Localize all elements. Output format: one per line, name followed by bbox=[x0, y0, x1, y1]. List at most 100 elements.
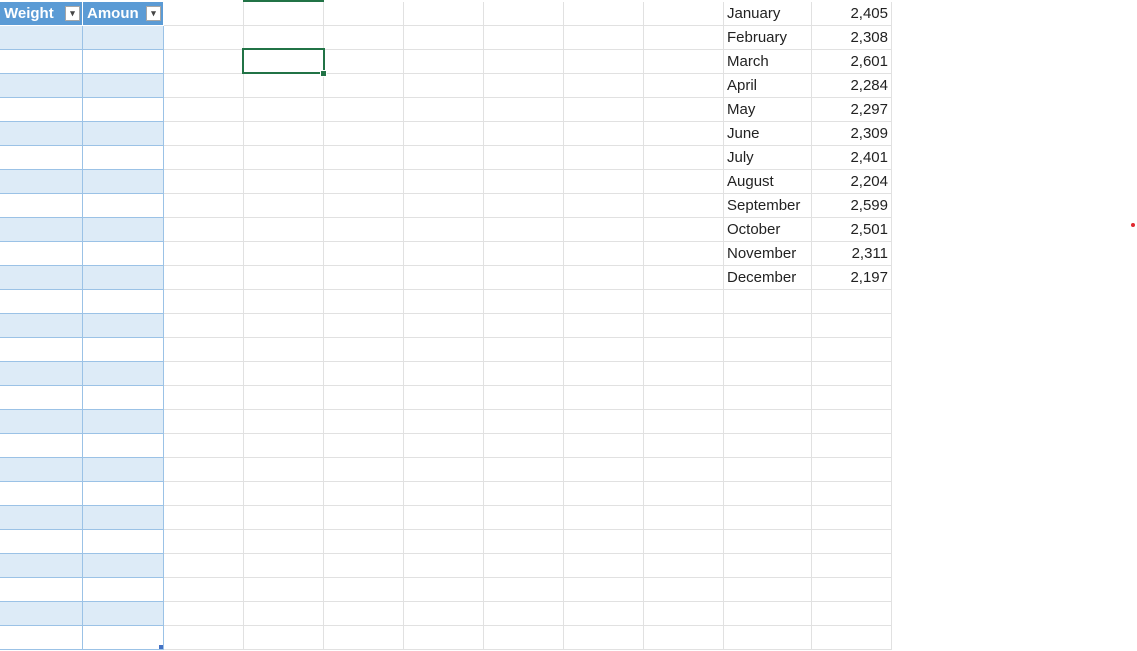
cell[interactable] bbox=[244, 554, 324, 578]
cell[interactable] bbox=[724, 578, 812, 602]
cell[interactable] bbox=[404, 26, 484, 50]
cell[interactable] bbox=[564, 386, 644, 410]
table-cell[interactable] bbox=[0, 578, 83, 602]
cell[interactable] bbox=[404, 506, 484, 530]
cell[interactable] bbox=[484, 530, 564, 554]
cell[interactable] bbox=[244, 386, 324, 410]
selected-cell[interactable] bbox=[242, 48, 325, 74]
cell[interactable] bbox=[244, 434, 324, 458]
cell[interactable] bbox=[404, 290, 484, 314]
cell[interactable] bbox=[244, 266, 324, 290]
month-label[interactable]: June bbox=[724, 122, 812, 146]
table-cell[interactable] bbox=[0, 482, 83, 506]
cell[interactable] bbox=[644, 290, 724, 314]
cell[interactable] bbox=[324, 50, 404, 74]
cell[interactable] bbox=[484, 338, 564, 362]
cell[interactable] bbox=[812, 290, 892, 314]
table-cell[interactable] bbox=[83, 362, 164, 386]
table-cell[interactable] bbox=[0, 386, 83, 410]
table-cell[interactable] bbox=[83, 290, 164, 314]
cell[interactable] bbox=[724, 554, 812, 578]
cell[interactable] bbox=[644, 170, 724, 194]
cell[interactable] bbox=[244, 506, 324, 530]
table-cell[interactable] bbox=[0, 122, 83, 146]
cell[interactable] bbox=[164, 578, 244, 602]
cell[interactable] bbox=[324, 146, 404, 170]
cell[interactable] bbox=[484, 554, 564, 578]
cell[interactable] bbox=[244, 218, 324, 242]
cell[interactable] bbox=[324, 482, 404, 506]
cell[interactable] bbox=[564, 242, 644, 266]
cell[interactable] bbox=[404, 194, 484, 218]
table-cell[interactable] bbox=[83, 458, 164, 482]
table-cell[interactable] bbox=[0, 266, 83, 290]
cell[interactable] bbox=[812, 554, 892, 578]
month-label[interactable]: October bbox=[724, 218, 812, 242]
cell[interactable] bbox=[404, 74, 484, 98]
cell[interactable] bbox=[164, 266, 244, 290]
cell[interactable] bbox=[724, 314, 812, 338]
cell[interactable] bbox=[644, 578, 724, 602]
cell[interactable] bbox=[484, 26, 564, 50]
cell[interactable] bbox=[564, 506, 644, 530]
cell[interactable] bbox=[724, 482, 812, 506]
table-cell[interactable] bbox=[0, 26, 83, 50]
cell[interactable] bbox=[644, 314, 724, 338]
month-label[interactable]: September bbox=[724, 194, 812, 218]
month-value[interactable]: 2,601 bbox=[812, 50, 892, 74]
cell[interactable] bbox=[324, 74, 404, 98]
cell[interactable] bbox=[564, 290, 644, 314]
cell[interactable] bbox=[484, 506, 564, 530]
cell[interactable] bbox=[484, 170, 564, 194]
cell[interactable] bbox=[244, 530, 324, 554]
cell[interactable] bbox=[564, 266, 644, 290]
cell[interactable] bbox=[404, 50, 484, 74]
cell[interactable] bbox=[324, 578, 404, 602]
table-cell[interactable] bbox=[83, 386, 164, 410]
cell[interactable] bbox=[644, 506, 724, 530]
cell[interactable] bbox=[244, 338, 324, 362]
month-value[interactable]: 2,284 bbox=[812, 74, 892, 98]
table-cell[interactable] bbox=[0, 98, 83, 122]
cell[interactable] bbox=[564, 530, 644, 554]
cell[interactable] bbox=[164, 434, 244, 458]
cell[interactable] bbox=[564, 554, 644, 578]
cell[interactable] bbox=[724, 626, 812, 650]
cell[interactable] bbox=[324, 602, 404, 626]
cell[interactable] bbox=[484, 74, 564, 98]
table-cell[interactable] bbox=[0, 314, 83, 338]
table-cell[interactable] bbox=[0, 506, 83, 530]
table-cell[interactable] bbox=[83, 194, 164, 218]
cell[interactable] bbox=[324, 242, 404, 266]
cell[interactable] bbox=[324, 338, 404, 362]
cell[interactable] bbox=[484, 122, 564, 146]
table-cell[interactable] bbox=[83, 266, 164, 290]
cell[interactable] bbox=[244, 74, 324, 98]
cell[interactable] bbox=[564, 482, 644, 506]
table-cell[interactable] bbox=[83, 626, 164, 650]
cell[interactable] bbox=[244, 122, 324, 146]
cell[interactable] bbox=[724, 506, 812, 530]
cell[interactable] bbox=[244, 170, 324, 194]
cell[interactable] bbox=[164, 2, 244, 26]
cell[interactable] bbox=[724, 434, 812, 458]
table-cell[interactable] bbox=[0, 602, 83, 626]
cell[interactable] bbox=[644, 26, 724, 50]
month-label[interactable]: January bbox=[724, 2, 812, 26]
cell[interactable] bbox=[324, 506, 404, 530]
cell[interactable] bbox=[164, 242, 244, 266]
cell[interactable] bbox=[244, 290, 324, 314]
cell[interactable] bbox=[404, 530, 484, 554]
cell[interactable] bbox=[164, 170, 244, 194]
cell[interactable] bbox=[644, 386, 724, 410]
cell[interactable] bbox=[484, 266, 564, 290]
cell[interactable] bbox=[164, 410, 244, 434]
cell[interactable] bbox=[324, 362, 404, 386]
table-cell[interactable] bbox=[0, 218, 83, 242]
table-cell[interactable] bbox=[83, 530, 164, 554]
cell[interactable] bbox=[484, 434, 564, 458]
month-value[interactable]: 2,501 bbox=[812, 218, 892, 242]
table-cell[interactable] bbox=[83, 602, 164, 626]
month-label[interactable]: February bbox=[724, 26, 812, 50]
cell[interactable] bbox=[244, 410, 324, 434]
